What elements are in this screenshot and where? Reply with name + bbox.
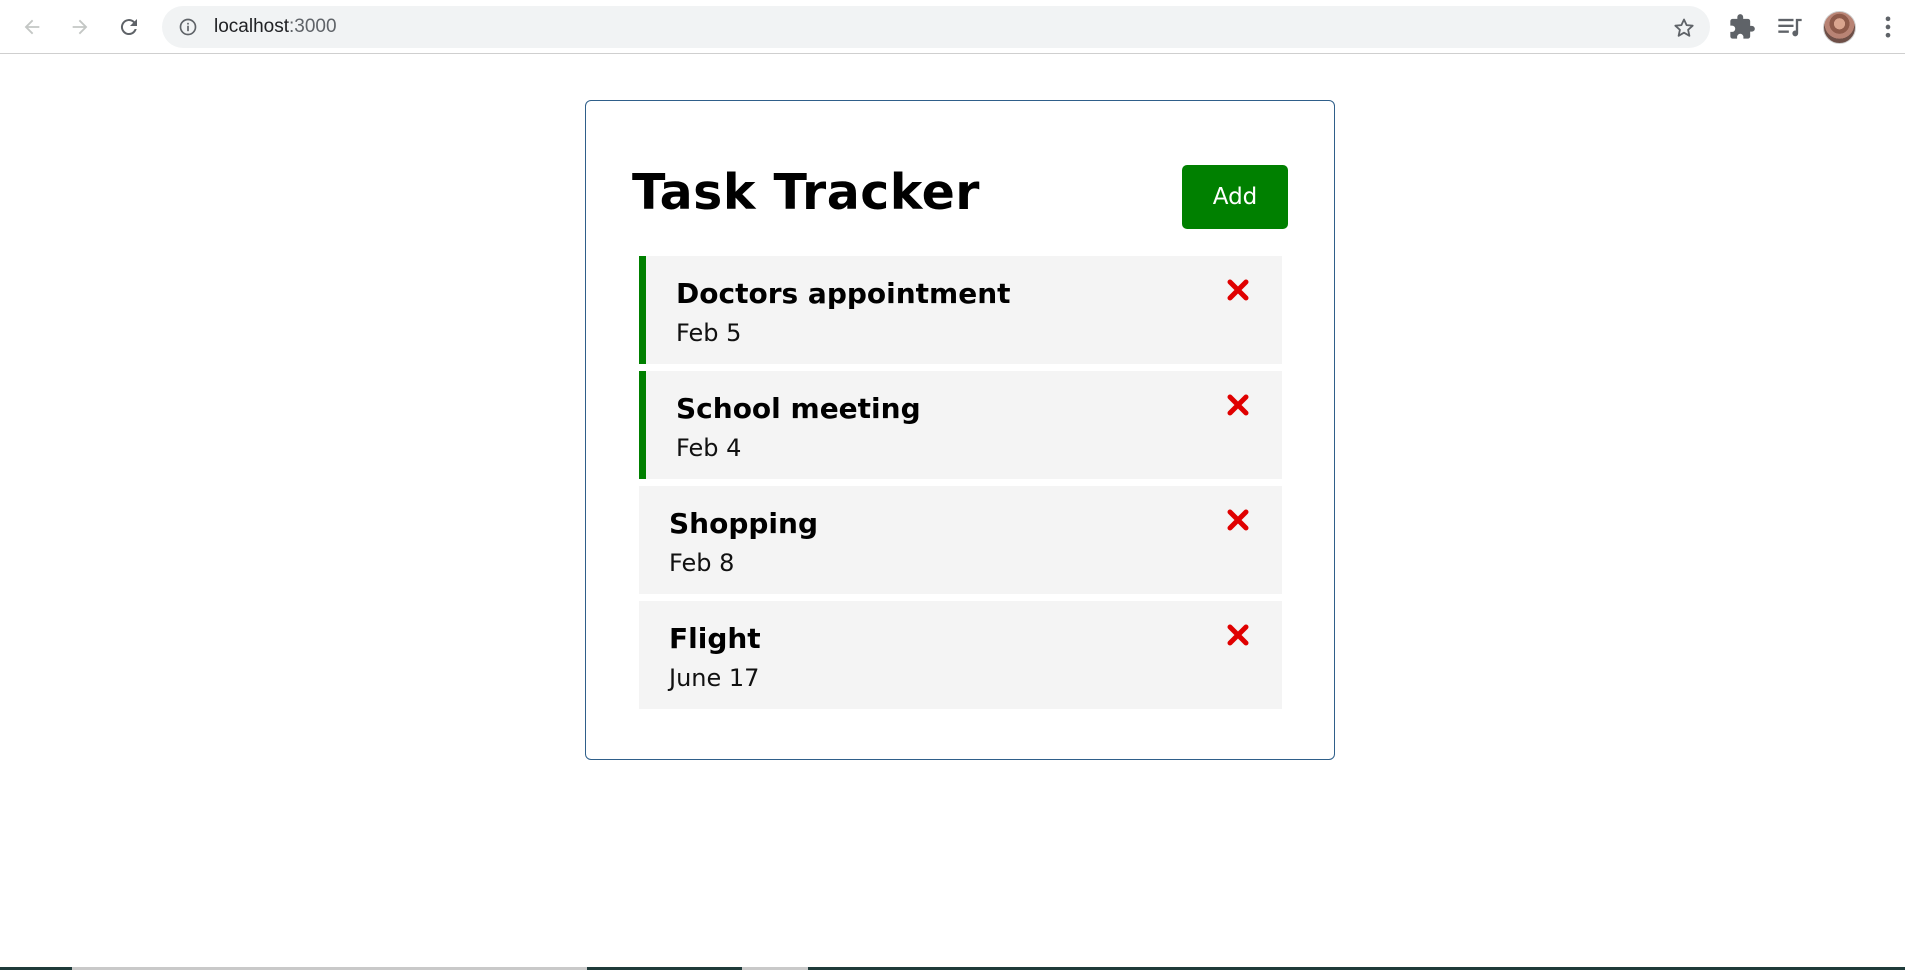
task-date: June 17 — [669, 664, 760, 692]
task-text: Doctors appointment Feb 5 — [676, 274, 1011, 352]
task-text: School meeting Feb 4 — [676, 389, 921, 467]
add-button[interactable]: Add — [1182, 165, 1288, 229]
arrow-left-icon — [24, 19, 40, 35]
page-title: Task Tracker — [632, 164, 980, 221]
task-name: Doctors appointment — [676, 277, 1011, 310]
star-icon[interactable] — [1672, 16, 1696, 40]
kebab-menu-icon[interactable] — [1874, 13, 1902, 41]
task-date: Feb 5 — [676, 319, 742, 347]
task-name: Shopping — [669, 507, 818, 540]
reload-button[interactable] — [113, 11, 145, 43]
url-text[interactable]: localhost:3000 — [214, 17, 337, 37]
url-host: localhost — [214, 16, 289, 37]
delete-x-icon[interactable] — [1226, 623, 1250, 647]
task-name: School meeting — [676, 392, 921, 425]
media-queue-icon[interactable] — [1776, 13, 1804, 41]
info-icon[interactable] — [178, 17, 198, 37]
task-item[interactable]: Shopping Feb 8 — [639, 486, 1282, 594]
task-item[interactable]: School meeting Feb 4 — [639, 371, 1282, 479]
header: Task Tracker Add — [632, 157, 1288, 229]
task-list: Doctors appointment Feb 5 School meeting… — [639, 256, 1282, 716]
delete-x-icon[interactable] — [1226, 508, 1250, 532]
browser-toolbar: localhost:3000 — [0, 0, 1905, 54]
delete-x-icon[interactable] — [1226, 278, 1250, 302]
address-bar[interactable]: localhost:3000 — [162, 6, 1710, 48]
task-name: Flight — [669, 622, 761, 655]
puzzle-icon[interactable] — [1728, 13, 1756, 41]
task-item[interactable]: Doctors appointment Feb 5 — [639, 256, 1282, 364]
task-text: Shopping Feb 8 — [669, 504, 818, 582]
profile-avatar[interactable] — [1823, 11, 1856, 44]
url-port: :3000 — [289, 16, 337, 37]
task-item[interactable]: Flight June 17 — [639, 601, 1282, 709]
forward-button[interactable] — [64, 11, 96, 43]
task-tracker-card: Task Tracker Add Doctors appointment Feb… — [585, 100, 1335, 760]
task-date: Feb 4 — [676, 434, 742, 462]
back-button[interactable] — [16, 11, 48, 43]
arrow-right-icon — [72, 19, 88, 35]
delete-x-icon[interactable] — [1226, 393, 1250, 417]
task-date: Feb 8 — [669, 549, 735, 577]
task-text: Flight June 17 — [669, 619, 761, 697]
reload-icon — [120, 19, 137, 36]
